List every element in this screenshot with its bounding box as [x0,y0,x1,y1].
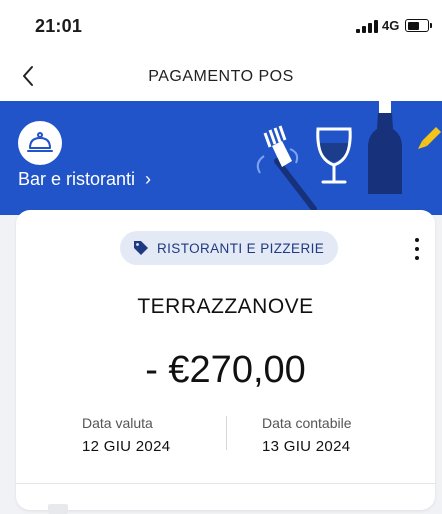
page-title: PAGAMENTO POS [148,68,294,85]
value-date: 12 GIU 2024 [82,438,171,455]
category-banner: Bar e ristoranti › [0,101,442,215]
network-type: 4G [382,18,400,33]
accounting-date: 13 GIU 2024 [262,438,351,455]
category-label: Bar e ristoranti [18,169,136,189]
accounting-date-block: Data contabile 13 GIU 2024 [262,415,352,455]
transaction-card: RISTORANTI E PIZZERIE TERRAZZANOVE - €27… [16,210,435,514]
merchant-name: TERRAZZANOVE [137,295,314,318]
accounting-date-label: Data contabile [262,415,352,431]
signal-icon [356,20,378,33]
status-bar: 21:01 4G [0,0,442,50]
value-date-block: Data valuta 12 GIU 2024 [82,415,170,455]
list-item [48,504,68,514]
battery-icon [405,19,432,32]
tag-icon [134,241,148,255]
more-vertical-icon[interactable] [413,238,421,260]
value-date-label: Data valuta [82,415,153,431]
transaction-amount: - €270,00 [145,349,306,391]
cloche-icon [18,121,62,165]
fork-wine-bottle-illustration [256,101,441,212]
status-time: 21:01 [35,16,83,36]
category-link[interactable]: Bar e ristoranti › [18,169,151,190]
nav-header: PAGAMENTO POS [0,50,442,102]
category-tag[interactable]: RISTORANTI E PIZZERIE [120,231,339,265]
divider [226,416,227,450]
divider [16,483,435,484]
chevron-right-icon: › [145,169,152,189]
tag-label: RISTORANTI E PIZZERIE [157,240,325,256]
